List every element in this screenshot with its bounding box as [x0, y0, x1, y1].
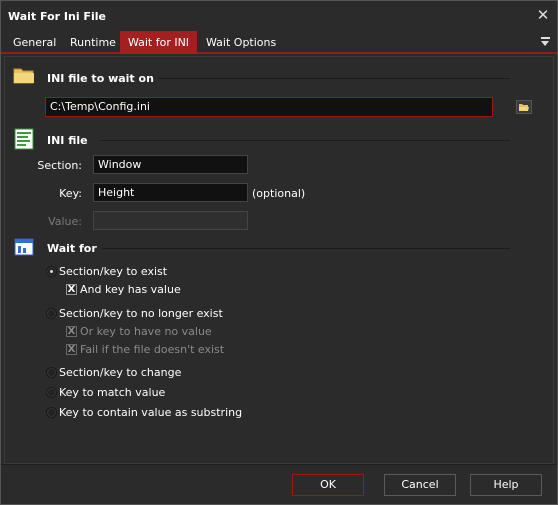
radio-button[interactable]: [46, 367, 57, 378]
ini-file-to-wait-on-heading: INI file to wait on: [47, 72, 154, 85]
radio-button[interactable]: [46, 407, 57, 418]
radio-label: Section/key to change: [59, 366, 182, 379]
tab-bar: General Runtime Wait for INI Wait Option…: [1, 31, 557, 54]
radio-label: Section/key to no longer exist: [59, 307, 223, 320]
key-label: Key:: [59, 187, 82, 200]
open-folder-icon[interactable]: [516, 100, 532, 114]
group-divider: [102, 248, 510, 249]
checkbox-label: Or key to have no value: [80, 325, 212, 338]
checkbox-label: Fail if the file doesn't exist: [80, 343, 225, 356]
group-divider: [158, 78, 510, 79]
radio-button[interactable]: [46, 308, 57, 319]
radio-button[interactable]: [46, 266, 57, 277]
tab-wait-options[interactable]: Wait Options: [199, 31, 283, 54]
ini-path-value: C:\Temp\Config.ini: [50, 100, 150, 113]
ini-file-heading: INI file: [47, 134, 88, 147]
tab-wait-for-ini[interactable]: Wait for INI: [120, 31, 197, 54]
group-divider: [100, 140, 510, 141]
checkbox-label: And key has value: [80, 283, 181, 296]
check-mark-icon[interactable]: X: [66, 284, 77, 295]
radio-label: Section/key to exist: [59, 265, 168, 278]
title-bar: Wait For Ini File ✕: [1, 1, 557, 31]
ok-button[interactable]: OK: [292, 474, 364, 496]
close-icon[interactable]: ✕: [535, 7, 551, 23]
document-icon: [14, 128, 34, 150]
tab-runtime[interactable]: Runtime: [63, 31, 123, 54]
cancel-button[interactable]: Cancel: [384, 474, 456, 496]
tab-general[interactable]: General: [6, 31, 63, 54]
key-optional-hint: (optional): [252, 187, 306, 200]
dialog-footer: OK Cancel Help: [1, 464, 557, 504]
folder-icon: [13, 68, 34, 84]
help-button[interactable]: Help: [470, 474, 542, 496]
value-label: Value:: [48, 215, 82, 228]
tab-content: INI file to wait on C:\Temp\Config.ini I…: [4, 56, 554, 464]
window-icon: [14, 238, 34, 256]
ini-path-input[interactable]: C:\Temp\Config.ini: [45, 97, 532, 117]
radio-label: Key to match value: [59, 386, 166, 399]
check-mark-icon[interactable]: X: [66, 326, 77, 337]
radio-label: Key to contain value as substring: [59, 406, 243, 419]
section-label: Section:: [37, 159, 82, 172]
radio-button[interactable]: [46, 387, 57, 398]
dialog-window: Wait For Ini File ✕ General Runtime Wait…: [0, 0, 558, 505]
tab-menu-chevron-icon[interactable]: [541, 37, 551, 47]
key-input[interactable]: Height: [93, 183, 248, 202]
wait-for-heading: Wait for: [47, 242, 97, 255]
check-mark-icon[interactable]: X: [66, 344, 77, 355]
value-input[interactable]: [93, 211, 248, 230]
section-input[interactable]: Window: [93, 155, 248, 174]
window-title: Wait For Ini File: [8, 10, 106, 23]
